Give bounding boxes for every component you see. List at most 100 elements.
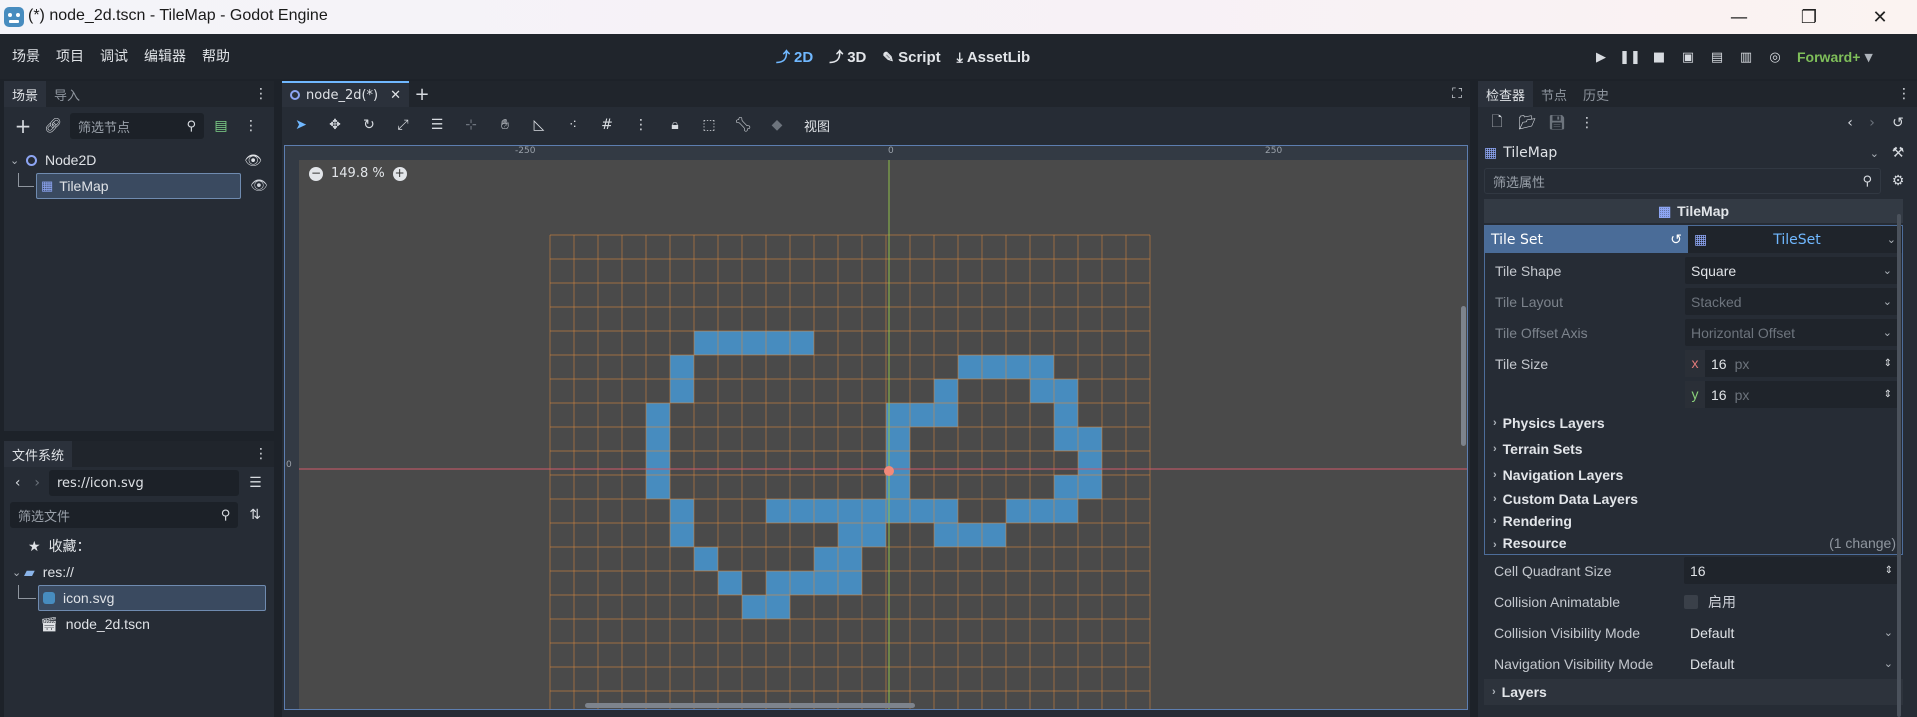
- visibility-eye-icon[interactable]: 👁︎: [250, 178, 268, 194]
- tab-scene[interactable]: 场景: [4, 81, 47, 107]
- camera-override-button[interactable]: ◆: [764, 112, 790, 138]
- move-mode-button[interactable]: ✥: [322, 112, 348, 138]
- tile-size-x-spinbox[interactable]: x 16 px ⇕: [1685, 350, 1898, 377]
- navigation-visibility-select[interactable]: Default ⌄: [1684, 650, 1899, 677]
- menu-help[interactable]: 帮助: [202, 46, 230, 66]
- menu-scene[interactable]: 场景: [12, 46, 40, 66]
- attach-script-button[interactable]: ▤: [208, 113, 234, 139]
- grid-snap-button[interactable]: #: [594, 112, 620, 138]
- tile-shape-select[interactable]: Square ⌄: [1685, 257, 1898, 284]
- close-window-button[interactable]: ✕: [1852, 0, 1908, 34]
- toggle-split-button[interactable]: ☰: [243, 470, 268, 496]
- movie-maker-button[interactable]: ◎: [1764, 46, 1786, 68]
- menu-project[interactable]: 项目: [56, 46, 84, 66]
- distraction-free-button[interactable]: ⛶: [1444, 81, 1470, 107]
- load-resource-button[interactable]: 📂︎: [1514, 110, 1540, 136]
- view-menu[interactable]: 视图: [804, 116, 830, 135]
- new-scene-tab-button[interactable]: +: [409, 81, 435, 107]
- tab-history[interactable]: 历史: [1575, 81, 1617, 107]
- property-options-button[interactable]: ⚙: [1885, 168, 1911, 194]
- object-history-button[interactable]: ↺: [1885, 110, 1911, 136]
- snap-options-button[interactable]: ⋮: [628, 112, 654, 138]
- menu-debug[interactable]: 调试: [100, 46, 128, 66]
- workspace-assetlib-tab[interactable]: ⤓ AssetLib: [957, 49, 1031, 66]
- section-rendering[interactable]: › Rendering: [1485, 510, 1902, 532]
- filter-nodes-input[interactable]: 筛选节点 ⚲: [70, 113, 204, 139]
- dock-menu-icon[interactable]: ⋮: [248, 441, 274, 467]
- filter-properties-input[interactable]: 筛选属性 ⚲: [1484, 168, 1881, 194]
- tileset-resource-picker[interactable]: ▦ TileSet ⌄: [1688, 226, 1902, 253]
- canvas-viewport[interactable]: -250 0 250 0 − 149.8 % +: [284, 145, 1468, 710]
- tab-import[interactable]: 导入: [46, 81, 88, 107]
- history-forward-button[interactable]: ›: [1863, 110, 1881, 136]
- object-selector[interactable]: TileMap ⌄: [1503, 145, 1879, 161]
- sort-button[interactable]: ⇅: [242, 502, 268, 528]
- res-root-item[interactable]: ⌄ ▰ res://: [12, 559, 266, 585]
- favorites-item[interactable]: ★ 收藏：: [12, 533, 266, 559]
- inspector-scrollbar[interactable]: [1897, 214, 1901, 717]
- list-select-button[interactable]: ☰: [424, 112, 450, 138]
- collision-visibility-select[interactable]: Default ⌄: [1684, 619, 1899, 646]
- minimize-button[interactable]: —: [1711, 0, 1767, 34]
- forward-button[interactable]: ›: [29, 470, 44, 496]
- tree-node-node2d[interactable]: ⌄ Node2D 👁︎: [10, 147, 268, 173]
- scale-mode-button[interactable]: ⤢: [390, 112, 416, 138]
- workspace-3d-tab[interactable]: ⤴ 3D: [829, 47, 866, 67]
- visibility-eye-icon[interactable]: 👁︎: [244, 152, 262, 169]
- tab-filesystem[interactable]: 文件系统: [4, 441, 73, 467]
- group-button[interactable]: ⬚: [696, 112, 722, 138]
- close-tab-icon[interactable]: ✕: [390, 88, 401, 103]
- tile-size-y-spinbox[interactable]: y 16 px ⇕: [1685, 381, 1898, 408]
- workspace-script-tab[interactable]: ✎ Script: [882, 49, 940, 66]
- zoom-out-button[interactable]: −: [309, 166, 323, 181]
- save-resource-button[interactable]: 💾︎: [1544, 110, 1570, 136]
- scene-tab-node2d[interactable]: node_2d(*) ✕: [282, 81, 410, 107]
- history-back-button[interactable]: ‹: [1841, 110, 1859, 136]
- select-mode-button[interactable]: ➤: [288, 112, 314, 138]
- play-custom-button[interactable]: ▥: [1735, 46, 1757, 68]
- revert-icon[interactable]: ↺: [1670, 232, 1682, 248]
- section-resource[interactable]: › Resource (1 change): [1485, 532, 1902, 554]
- filter-files-input[interactable]: 筛选文件 ⚲: [10, 502, 239, 528]
- tab-node[interactable]: 节点: [1533, 81, 1575, 107]
- tree-node-tilemap[interactable]: ▦ TileMap: [36, 173, 241, 199]
- dock-menu-icon[interactable]: ⋮: [248, 81, 274, 107]
- section-custom-data-layers[interactable]: › Custom Data Layers: [1485, 488, 1902, 510]
- stop-button[interactable]: ■: [1648, 46, 1670, 68]
- back-button[interactable]: ‹: [10, 470, 25, 496]
- pause-button[interactable]: ❚❚: [1619, 46, 1641, 68]
- ruler-mode-button[interactable]: ◺: [526, 112, 552, 138]
- add-node-button[interactable]: +: [10, 113, 36, 139]
- play-button[interactable]: ▶: [1590, 46, 1612, 68]
- play-scene-button[interactable]: ▤: [1706, 46, 1728, 68]
- object-properties-button[interactable]: ⚒: [1885, 140, 1911, 166]
- tile-offset-axis-select[interactable]: Horizontal Offset ⌄: [1685, 319, 1898, 346]
- lock-button[interactable]: 🔒︎: [662, 112, 688, 138]
- scene-menu-button[interactable]: ⋮: [238, 113, 264, 139]
- instance-scene-button[interactable]: 🔗︎: [40, 113, 66, 139]
- dock-menu-icon[interactable]: ⋮: [1891, 81, 1917, 107]
- smart-snap-button[interactable]: ⁖: [560, 112, 586, 138]
- path-input[interactable]: res://icon.svg: [48, 470, 239, 496]
- section-layers[interactable]: › Layers: [1484, 679, 1903, 705]
- collision-animatable-checkbox[interactable]: 启用: [1684, 592, 1903, 612]
- renderer-selector[interactable]: Forward+: [1797, 49, 1860, 65]
- file-item-icon-svg[interactable]: icon.svg: [38, 585, 266, 611]
- vertical-scrollbar[interactable]: [1461, 306, 1466, 446]
- resource-menu-button[interactable]: ⋮: [1574, 110, 1600, 136]
- remote-debug-button[interactable]: ▣: [1677, 46, 1699, 68]
- maximize-button[interactable]: ❐: [1781, 0, 1837, 34]
- file-item-node-2d-tscn[interactable]: 🎬︎ node_2d.tscn: [12, 611, 266, 637]
- skeleton-button[interactable]: 🦴︎: [730, 112, 756, 138]
- section-physics-layers[interactable]: › Physics Layers: [1485, 410, 1902, 436]
- pan-mode-button[interactable]: ✋︎: [492, 112, 518, 138]
- pivot-mode-button[interactable]: ⊹: [458, 112, 484, 138]
- menu-editor[interactable]: 编辑器: [144, 46, 186, 66]
- new-resource-button[interactable]: 🗋︎: [1484, 110, 1510, 136]
- section-navigation-layers[interactable]: › Navigation Layers: [1485, 462, 1902, 488]
- tile-layout-select[interactable]: Stacked ⌄: [1685, 288, 1898, 315]
- cell-quadrant-size-spinbox[interactable]: 16 ⇕: [1684, 557, 1899, 584]
- zoom-in-button[interactable]: +: [392, 166, 407, 181]
- rotate-mode-button[interactable]: ↻: [356, 112, 382, 138]
- section-terrain-sets[interactable]: › Terrain Sets: [1485, 436, 1902, 462]
